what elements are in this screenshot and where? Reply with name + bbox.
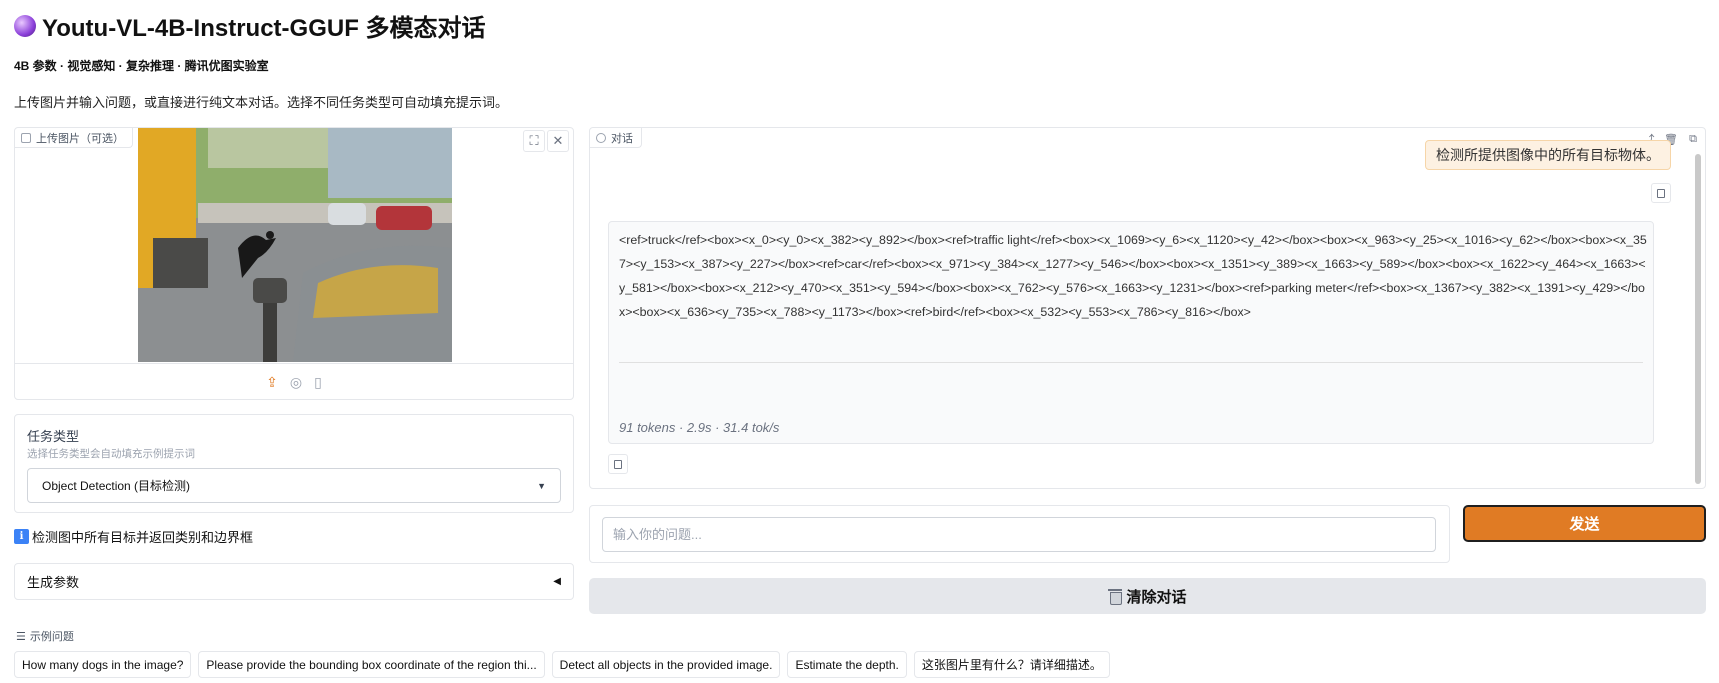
clear-chat-label: 清除对话 — [1126, 588, 1187, 606]
example-chip[interactable]: Please provide the bounding box coordina… — [198, 651, 545, 678]
chat-icon — [596, 132, 606, 143]
copy-user-message-button[interactable] — [1651, 183, 1671, 203]
fullscreen-icon[interactable]: ⛶ — [523, 130, 545, 152]
crystal-ball-icon — [14, 14, 36, 37]
examples-list: How many dogs in the image? Please provi… — [14, 651, 1110, 678]
example-chip[interactable]: 这张图片里有什么？请详细描述。 — [913, 651, 1110, 678]
image-upload-panel[interactable]: 上传图片（可选） ⛶ ✕ ⇪ ◎ ▯ — [14, 127, 574, 400]
upload-label: 上传图片（可选） — [15, 128, 133, 148]
upload-icon[interactable]: ⇪ — [266, 374, 278, 391]
chevron-down-icon: ▼ — [537, 480, 546, 491]
copy-icon — [1657, 188, 1665, 198]
divider — [619, 362, 1643, 363]
examples-label: ☰ 示例问题 — [16, 630, 74, 644]
uploaded-image — [138, 128, 452, 362]
close-icon[interactable]: ✕ — [547, 130, 569, 152]
task-type-info: 选择任务类型会自动填充示例提示词 — [27, 448, 195, 460]
page-title: Youtu-VL-4B-Instruct-GGUF 多模态对话 — [14, 8, 486, 43]
user-message: 检测所提供图像中的所有目标物体。 — [1425, 140, 1671, 170]
example-chip[interactable]: Estimate the depth. — [787, 651, 907, 678]
task-hint: i 检测图中所有目标并返回类别和边界框 — [14, 527, 253, 546]
copy-icon — [614, 459, 622, 469]
bot-message-text: <ref>truck</ref><box><x_0><y_0><x_382><y… — [619, 233, 1647, 319]
webcam-icon[interactable]: ◎ — [290, 374, 302, 391]
collapse-arrow-icon: ◀ — [553, 576, 561, 587]
message-input-panel — [589, 505, 1450, 563]
send-button[interactable]: 发送 — [1463, 505, 1706, 542]
image-icon — [21, 132, 31, 143]
trash-icon — [1108, 588, 1123, 605]
generation-params-accordion[interactable]: 生成参数 ◀ — [14, 563, 574, 600]
message-input[interactable] — [602, 517, 1436, 552]
bot-message: <ref>truck</ref><box><x_0><y_0><x_382><y… — [608, 221, 1654, 444]
list-icon: ☰ — [16, 630, 26, 643]
page-description: 上传图片并输入问题，或直接进行纯文本对话。选择不同任务类型可自动填充提示词。 — [14, 95, 509, 110]
page-subtitle: 4B 参数 · 视觉感知 · 复杂推理 · 腾讯优图实验室 — [14, 59, 269, 73]
clipboard-icon[interactable]: ▯ — [314, 374, 322, 391]
copy-icon[interactable]: ⧉ — [1683, 130, 1703, 148]
example-chip[interactable]: How many dogs in the image? — [14, 651, 192, 678]
task-type-label: 任务类型 — [27, 429, 80, 444]
task-type-dropdown[interactable]: Object Detection (目标检测) ▼ — [27, 468, 561, 503]
upload-source-bar: ⇪ ◎ ▯ — [15, 363, 573, 400]
chat-panel: 对话 ⤴ 🗑 ⧉ 检测所提供图像中的所有目标物体。 <ref>truck</re… — [589, 127, 1706, 489]
upload-toolbar: ⛶ ✕ — [523, 130, 569, 152]
generation-stats: 91 tokens · 2.9s · 31.4 tok/s — [619, 420, 780, 435]
chat-scrollbar[interactable] — [1695, 154, 1701, 484]
task-type-panel: 任务类型 选择任务类型会自动填充示例提示词 Object Detection (… — [14, 414, 574, 513]
task-hint-text: 检测图中所有目标并返回类别和边界框 — [32, 530, 254, 545]
info-icon: i — [14, 529, 29, 544]
task-type-value: Object Detection (目标检测) — [42, 479, 191, 493]
example-chip[interactable]: Detect all objects in the provided image… — [551, 651, 781, 678]
page-title-text: Youtu-VL-4B-Instruct-GGUF 多模态对话 — [42, 15, 486, 42]
chat-label: 对话 — [590, 128, 642, 148]
generation-params-label: 生成参数 — [27, 575, 80, 590]
copy-bot-message-button[interactable] — [608, 454, 628, 474]
clear-chat-button[interactable]: 清除对话 — [589, 578, 1706, 614]
